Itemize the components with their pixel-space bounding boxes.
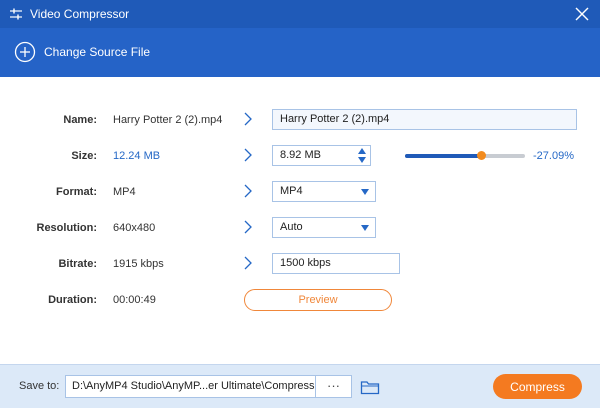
change-source-file-button[interactable]: Change Source File — [14, 40, 150, 64]
triangle-down-icon — [358, 157, 366, 163]
footer-bar: Save to: D:\AnyMP4 Studio\AnyMP...er Ult… — [0, 364, 600, 408]
close-icon[interactable] — [572, 4, 592, 24]
output-name-input[interactable]: Harry Potter 2 (2).mp4 — [272, 109, 577, 130]
chevron-right-icon — [244, 112, 252, 126]
source-bar: Change Source File — [0, 28, 600, 77]
original-format: MP4 — [113, 186, 136, 198]
sliders-icon — [10, 8, 22, 20]
browse-more-button[interactable]: ··· — [316, 375, 352, 398]
change-source-label: Change Source File — [44, 45, 151, 59]
size-decrease-button[interactable] — [356, 156, 368, 164]
chevron-right-icon — [244, 256, 252, 270]
size-slider[interactable] — [405, 151, 525, 160]
bitrate-input[interactable]: 1500 kbps — [272, 253, 400, 274]
resolution-selected-value: Auto — [280, 221, 303, 233]
plus-circle-icon — [14, 41, 36, 63]
chevron-right-icon — [244, 148, 252, 162]
compress-button[interactable]: Compress — [493, 374, 582, 399]
format-selected-value: MP4 — [280, 185, 303, 197]
duration-label: Duration: — [48, 294, 97, 306]
bitrate-label: Bitrate: — [58, 258, 97, 270]
size-increase-button[interactable] — [356, 147, 368, 155]
format-label: Format: — [56, 186, 97, 198]
preview-button[interactable]: Preview — [244, 289, 392, 311]
format-select[interactable]: MP4 — [272, 181, 376, 202]
size-slider-fill — [405, 154, 481, 158]
output-size-stepper[interactable]: 8.92 MB — [272, 145, 371, 166]
triangle-up-icon — [358, 148, 366, 154]
resolution-select[interactable]: Auto — [272, 217, 376, 238]
original-name: Harry Potter 2 (2).mp4 — [113, 114, 223, 126]
size-reduction-percent: -27.09% — [533, 150, 574, 162]
original-size: 12.24 MB — [113, 150, 161, 162]
chevron-right-icon — [244, 184, 252, 198]
resolution-label: Resolution: — [36, 222, 98, 234]
size-slider-thumb[interactable] — [476, 151, 486, 160]
dropdown-arrow-icon — [361, 225, 369, 231]
chevron-right-icon — [244, 220, 252, 234]
size-label: Size: — [71, 150, 97, 162]
duration-value: 00:00:49 — [113, 294, 156, 306]
title-bar: Video Compressor — [0, 0, 600, 28]
original-resolution: 640x480 — [113, 222, 156, 234]
size-spinner — [356, 147, 368, 164]
name-label: Name: — [63, 114, 97, 126]
output-size-value: 8.92 MB — [280, 149, 321, 161]
original-bitrate: 1915 kbps — [113, 258, 164, 270]
save-to-label: Save to: — [19, 380, 60, 392]
folder-icon[interactable] — [360, 379, 380, 395]
dropdown-arrow-icon — [361, 189, 369, 195]
save-path-field[interactable]: D:\AnyMP4 Studio\AnyMP...er Ultimate\Com… — [65, 375, 316, 398]
window-title: Video Compressor — [30, 7, 130, 21]
